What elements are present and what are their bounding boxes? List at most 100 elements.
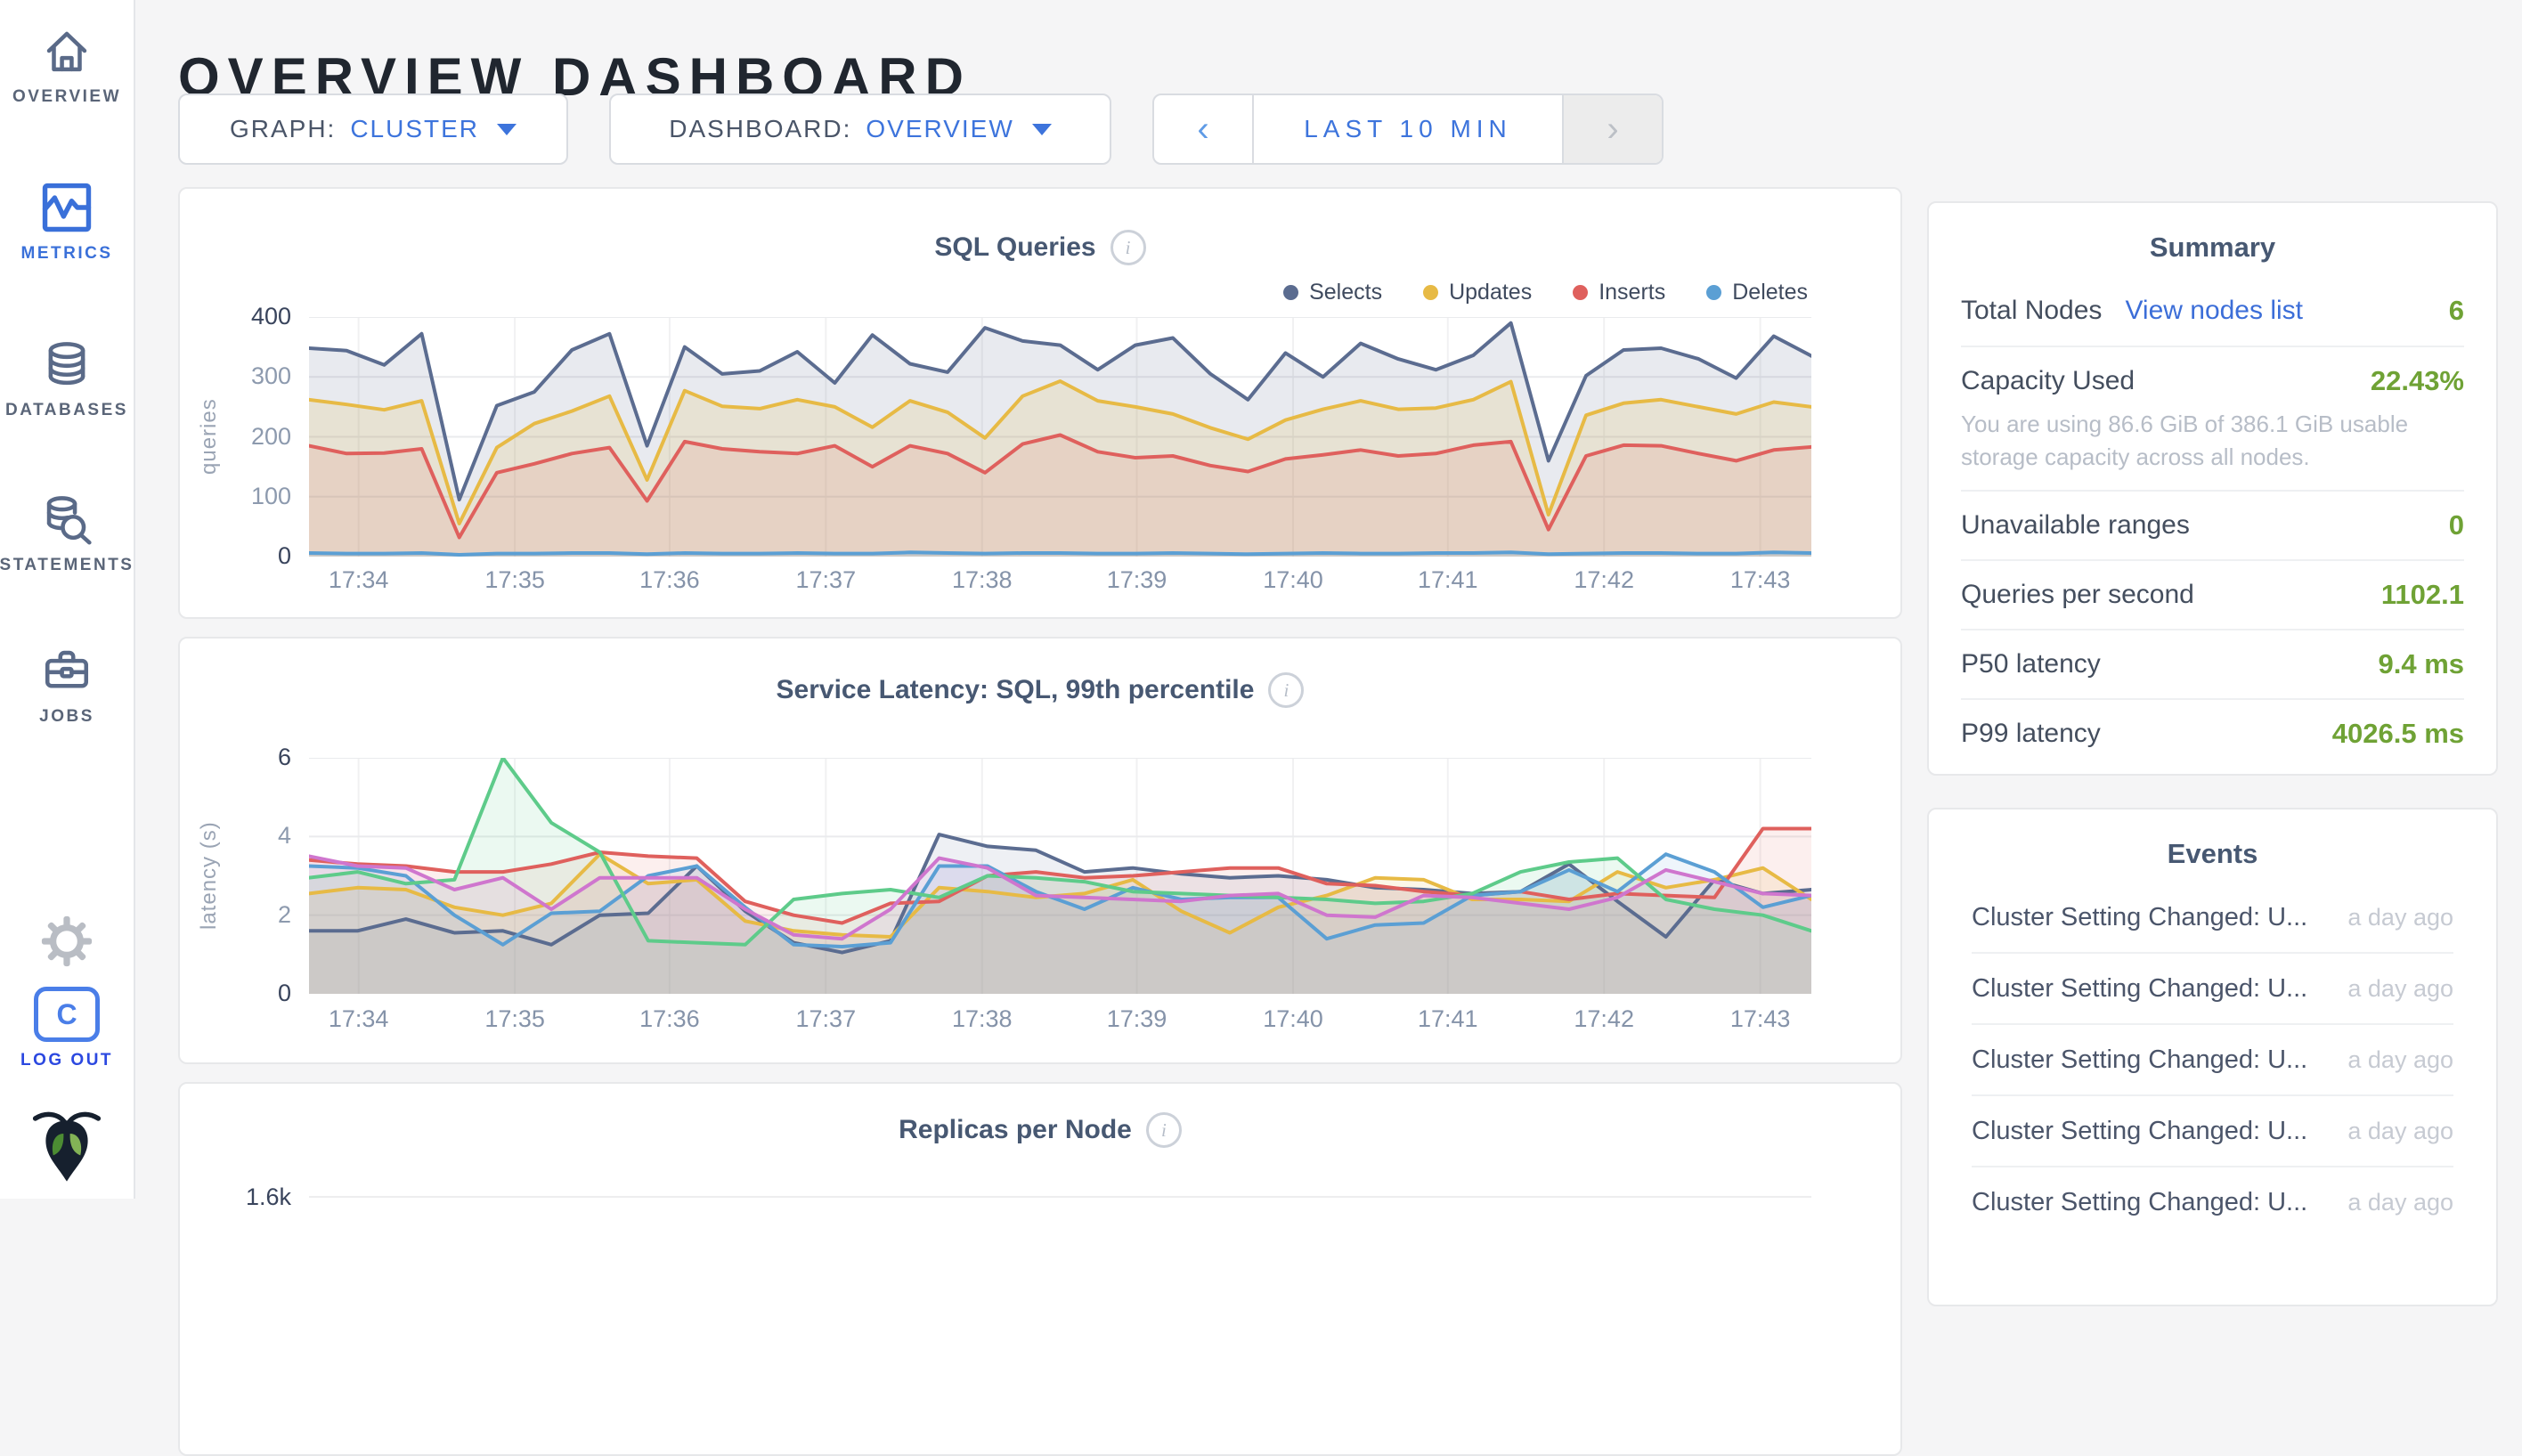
summary-row-value: 0 (2449, 509, 2464, 541)
dashboard-dropdown-label: DASHBOARD: (669, 115, 851, 143)
sidebar-item-databases[interactable]: DATABASES (0, 338, 134, 420)
event-row[interactable]: Cluster Setting Changed: U... a day ago (1972, 883, 2453, 952)
x-tick-label: 17:35 (452, 1005, 577, 1033)
event-time: a day ago (2347, 1046, 2453, 1074)
info-glyph: i (1284, 679, 1289, 702)
chart-header: Replicas per Node i (180, 1112, 1900, 1148)
summary-row-label: P50 latency (1961, 649, 2101, 679)
summary-row-unavailable-ranges: Unavailable ranges 0 (1961, 490, 2464, 559)
replicas-chart-card: Replicas per Node i 1.6k (178, 1082, 1902, 1456)
gear-icon (41, 915, 93, 967)
sidebar-item-label: JOBS (39, 707, 94, 727)
sql-queries-plot[interactable] (309, 317, 1811, 557)
x-tick-label: 17:38 (920, 1005, 1045, 1033)
sql-queries-chart-card: SQL Queries i Selects Updates Inserts De… (178, 187, 1902, 619)
home-icon (41, 25, 93, 77)
legend-item-inserts[interactable]: Inserts (1573, 280, 1665, 305)
x-tick-label: 17:40 (1231, 566, 1355, 594)
x-tick-label: 17:39 (1075, 1005, 1200, 1033)
event-time: a day ago (2347, 975, 2453, 1003)
time-prev-button[interactable]: ‹ (1154, 95, 1254, 163)
y-tick-label: 6 (162, 744, 291, 771)
summary-row-label: Unavailable ranges (1961, 510, 2190, 541)
event-text: Cluster Setting Changed: U... (1972, 1045, 2307, 1075)
x-tick-label: 17:42 (1542, 566, 1666, 594)
gridline (309, 1196, 1811, 1198)
x-tick-label: 17:36 (607, 566, 732, 594)
x-tick-label: 17:36 (607, 1005, 732, 1033)
statements-icon (41, 493, 93, 545)
x-tick-label: 17:43 (1698, 566, 1823, 594)
service-latency-plot[interactable] (309, 758, 1811, 994)
x-tick-label: 17:42 (1542, 1005, 1666, 1033)
sidebar-item-statements[interactable]: STATEMENTS (0, 493, 134, 575)
sidebar-item-label: METRICS (21, 244, 113, 264)
event-text: Cluster Setting Changed: U... (1972, 974, 2307, 1004)
event-row[interactable]: Cluster Setting Changed: U... a day ago (1972, 1023, 2453, 1094)
legend-dot (1423, 285, 1438, 300)
databases-icon (41, 338, 93, 390)
sidebar: OVERVIEW METRICS DATABASES (0, 0, 135, 1199)
event-time: a day ago (2347, 1189, 2453, 1216)
summary-row-label: P99 latency (1961, 719, 2101, 749)
event-text: Cluster Setting Changed: U... (1972, 903, 2307, 932)
info-icon[interactable]: i (1110, 230, 1146, 265)
summary-title: Summary (1961, 203, 2464, 276)
service-latency-chart-card: Service Latency: SQL, 99th percentile i … (178, 637, 1902, 1064)
chart-canvas[interactable] (309, 758, 1811, 994)
capacity-subtext: You are using 86.6 GiB of 386.1 GiB usab… (1961, 408, 2464, 474)
legend-dot (1283, 285, 1298, 300)
legend-label: Updates (1449, 280, 1532, 305)
sidebar-item-logout[interactable]: C LOG OUT (0, 987, 134, 1070)
legend-item-updates[interactable]: Updates (1423, 280, 1532, 305)
y-axis-label: queries (194, 317, 224, 557)
legend-dot (1573, 285, 1588, 300)
time-next-button[interactable]: › (1562, 95, 1662, 163)
legend-item-selects[interactable]: Selects (1283, 280, 1382, 305)
chevron-down-icon (1032, 124, 1052, 135)
graph-dropdown[interactable]: GRAPH: CLUSTER (178, 94, 568, 165)
x-tick-label: 17:35 (452, 566, 577, 594)
legend-label: Inserts (1599, 280, 1665, 305)
cockroach-bug-icon (32, 1101, 102, 1186)
summary-panel: Summary Total Nodes View nodes list 6 Ca… (1927, 201, 2498, 776)
sidebar-item-overview[interactable]: OVERVIEW (0, 25, 134, 107)
summary-row-value: 9.4 ms (2378, 648, 2464, 680)
event-row[interactable]: Cluster Setting Changed: U... a day ago (1972, 952, 2453, 1023)
event-text: Cluster Setting Changed: U... (1972, 1117, 2307, 1146)
summary-row-value: 1102.1 (2381, 579, 2464, 611)
summary-row-value: 22.43% (2371, 365, 2464, 397)
y-tick-label: 4 (162, 822, 291, 850)
summary-row-label: Total Nodes (1961, 296, 2102, 326)
chart-header: SQL Queries i (180, 230, 1900, 265)
event-row[interactable]: Cluster Setting Changed: U... a day ago (1972, 1094, 2453, 1166)
logout-label: LOG OUT (20, 1051, 113, 1070)
x-tick-label: 17:38 (920, 566, 1045, 594)
x-tick-label: 17:41 (1386, 1005, 1510, 1033)
dashboard-dropdown[interactable]: DASHBOARD: OVERVIEW (609, 94, 1111, 165)
y-tick-label: 0 (162, 542, 291, 570)
chart-title: SQL Queries (934, 232, 1095, 263)
y-tick-label: 1.6k (175, 1184, 291, 1211)
y-tick-label: 200 (162, 423, 291, 451)
cockroach-logo (0, 1101, 134, 1186)
legend-item-deletes[interactable]: Deletes (1706, 280, 1808, 305)
info-icon[interactable]: i (1268, 672, 1304, 708)
x-tick-label: 17:34 (297, 1005, 421, 1033)
view-nodes-link[interactable]: View nodes list (2125, 296, 2303, 326)
sidebar-item-settings[interactable] (0, 915, 134, 967)
x-tick-label: 17:37 (763, 1005, 888, 1033)
x-tick-label: 17:40 (1231, 1005, 1355, 1033)
sidebar-item-metrics[interactable]: METRICS (0, 182, 134, 264)
y-tick-label: 2 (162, 901, 291, 929)
jobs-icon (41, 645, 93, 696)
graph-dropdown-label: GRAPH: (230, 115, 336, 143)
c-badge-icon: C (34, 987, 100, 1042)
chart-canvas[interactable] (309, 317, 1811, 557)
event-row[interactable]: Cluster Setting Changed: U... a day ago (1972, 1166, 2453, 1237)
sidebar-item-jobs[interactable]: JOBS (0, 645, 134, 727)
summary-row-label: Queries per second (1961, 580, 2194, 610)
summary-row-qps: Queries per second 1102.1 (1961, 559, 2464, 629)
info-icon[interactable]: i (1146, 1112, 1182, 1148)
time-range-value[interactable]: LAST 10 MIN (1254, 95, 1562, 163)
